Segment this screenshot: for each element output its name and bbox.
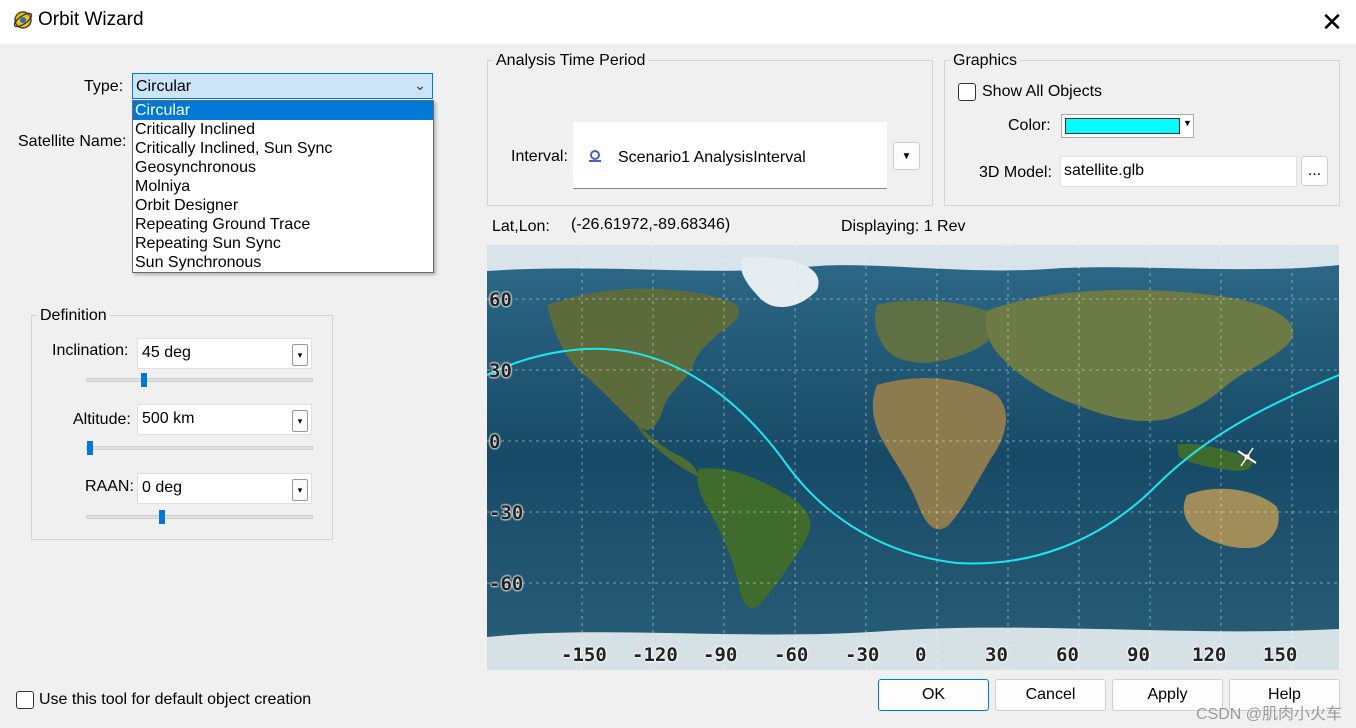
triangle-down-icon: ▼ [901, 150, 912, 162]
altitude-field[interactable]: 500 km ▾ [137, 404, 312, 435]
dropdown-option[interactable]: Circular [133, 101, 433, 120]
orbit-app-icon [12, 9, 34, 31]
window-title: Orbit Wizard [38, 9, 144, 30]
default-creation-checkbox[interactable] [16, 691, 34, 709]
interval-label: Interval: [511, 148, 568, 165]
lat-label: 60 [489, 289, 512, 311]
graphics-title: Graphics [950, 52, 1021, 70]
browse-model-button[interactable]: ... [1301, 156, 1328, 186]
lon-label: 0 [915, 644, 927, 666]
latlon-value: (-26.61972,-89.68346) [571, 216, 731, 233]
dropdown-option[interactable]: Repeating Sun Sync [133, 234, 433, 253]
triangle-down-icon: ▼ [1183, 118, 1192, 128]
type-label: Type: [84, 78, 124, 95]
lat-label: -30 [489, 502, 524, 524]
raan-value: 0 deg [142, 479, 183, 496]
raan-slider-thumb[interactable] [159, 510, 165, 524]
color-picker[interactable]: ▼ [1061, 114, 1194, 138]
dropdown-option[interactable]: Critically Inclined [133, 120, 433, 139]
unit-picker-icon[interactable]: ▾ [292, 479, 308, 501]
model-field[interactable]: satellite.glb [1060, 156, 1297, 187]
lon-label: -120 [632, 644, 678, 666]
unit-picker-icon[interactable]: ▾ [292, 410, 308, 432]
world-map [487, 245, 1339, 670]
lon-label: 60 [1056, 644, 1079, 666]
analysis-time-title: Analysis Time Period [493, 52, 649, 70]
inclination-value: 45 deg [142, 344, 191, 361]
dropdown-option[interactable]: Sun Synchronous [133, 253, 433, 272]
color-swatch [1065, 118, 1180, 134]
dropdown-option[interactable]: Repeating Ground Trace [133, 215, 433, 234]
definition-title: Definition [37, 307, 110, 325]
latlon-label: Lat,Lon: [492, 218, 550, 235]
title-bar: Orbit Wizard ✕ [0, 0, 1356, 44]
color-label: Color: [1008, 117, 1051, 134]
altitude-slider[interactable] [86, 446, 313, 450]
watermark: CSDN @肌肉小火车 [1195, 706, 1342, 723]
lon-label: 30 [985, 644, 1008, 666]
dropdown-option[interactable]: Molniya [133, 177, 433, 196]
lat-label: 30 [489, 360, 512, 382]
show-all-checkbox[interactable] [958, 83, 976, 101]
model-label: 3D Model: [979, 164, 1052, 181]
unit-picker-icon[interactable]: ▾ [292, 344, 308, 366]
altitude-label: Altitude: [73, 411, 131, 428]
interval-field[interactable]: Scenario1 AnalysisInterval [573, 122, 887, 189]
default-creation-label: Use this tool for default object creatio… [39, 691, 312, 708]
lat-label: -60 [489, 573, 524, 595]
interval-value: Scenario1 AnalysisInterval [618, 149, 806, 166]
cancel-button[interactable]: Cancel [995, 679, 1106, 711]
ok-button[interactable]: OK [878, 679, 989, 711]
interval-icon [587, 149, 603, 168]
lon-label: -60 [774, 644, 809, 666]
interval-dropdown-button[interactable]: ▼ [893, 142, 920, 170]
satellite-name-label: Satellite Name: [18, 133, 127, 150]
inclination-slider[interactable] [86, 378, 313, 382]
altitude-value: 500 km [142, 410, 195, 427]
type-combobox-value: Circular [136, 78, 192, 95]
lat-label: 0 [489, 431, 501, 453]
ground-track-map[interactable]: 60 30 0 -30 -60 -150 -120 -90 -60 -30 0 … [487, 245, 1339, 670]
close-icon: ✕ [1321, 6, 1343, 37]
raan-label: RAAN: [85, 478, 134, 495]
lon-label: 90 [1127, 644, 1150, 666]
displaying-revs: Displaying: 1 Rev [841, 218, 966, 235]
model-value: satellite.glb [1064, 162, 1145, 179]
raan-field[interactable]: 0 deg ▾ [137, 473, 312, 504]
raan-slider[interactable] [86, 515, 313, 519]
chevron-down-icon: ⌄ [414, 77, 426, 93]
lon-label: -90 [703, 644, 738, 666]
inclination-slider-thumb[interactable] [141, 373, 147, 387]
show-all-label: Show All Objects [982, 83, 1103, 100]
type-combobox[interactable]: Circular ⌄ [132, 73, 433, 99]
lon-label: 120 [1192, 644, 1227, 666]
close-button[interactable]: ✕ [1316, 6, 1348, 38]
dropdown-option[interactable]: Critically Inclined, Sun Sync [133, 139, 433, 158]
inclination-label: Inclination: [52, 342, 129, 359]
lon-label: -30 [845, 644, 880, 666]
lon-label: -150 [561, 644, 607, 666]
type-dropdown-list: Circular Critically Inclined Critically … [132, 100, 434, 273]
inclination-field[interactable]: 45 deg ▾ [137, 338, 312, 369]
dropdown-option[interactable]: Orbit Designer [133, 196, 433, 215]
lon-label: 150 [1263, 644, 1298, 666]
altitude-slider-thumb[interactable] [87, 441, 93, 455]
dropdown-option[interactable]: Geosynchronous [133, 158, 433, 177]
